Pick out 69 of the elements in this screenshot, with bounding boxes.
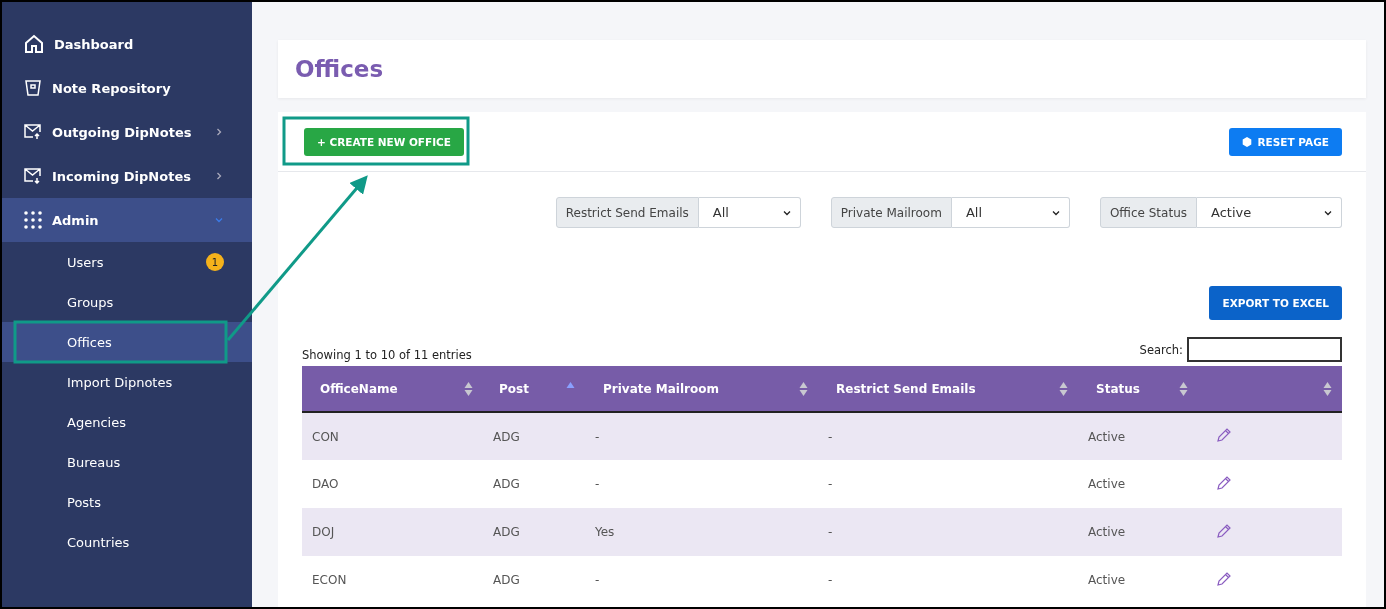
table-cell: CON <box>302 412 483 460</box>
pencil-icon[interactable] <box>1216 474 1232 491</box>
chevron-icon <box>214 215 224 225</box>
page-title: Offices <box>295 56 384 82</box>
column-header[interactable]: Status <box>1078 366 1198 412</box>
filter-select[interactable]: Active <box>1197 197 1342 228</box>
pencil-icon[interactable] <box>1216 427 1232 443</box>
sidebar-subitem[interactable]: Groups <box>2 282 252 322</box>
column-header[interactable]: OfficeName <box>302 366 483 412</box>
table-cell: Active <box>1078 556 1198 604</box>
table-cell: DOJ <box>302 508 483 556</box>
table-cell: Active <box>1078 460 1198 508</box>
search-field[interactable] <box>1187 337 1342 362</box>
sidebar-subitem[interactable]: Posts <box>2 482 252 522</box>
sort-icon[interactable] <box>1059 380 1068 397</box>
chevron-icon <box>214 171 224 181</box>
filter-select[interactable]: All <box>698 197 801 228</box>
chevron-icon <box>214 127 224 137</box>
sort-icon[interactable] <box>464 380 473 397</box>
sidebar-item[interactable]: Dashboard <box>2 22 252 66</box>
sidebar-item[interactable]: Admin <box>2 198 252 242</box>
grid-icon <box>24 211 42 229</box>
table-cell: DAO <box>302 460 483 508</box>
table-cell: - <box>585 460 818 508</box>
table-cell: Active <box>1078 412 1198 460</box>
table-cell: - <box>818 556 1078 604</box>
table-cell: - <box>818 412 1078 460</box>
table-cell: Yes <box>585 508 818 556</box>
sidebar-subitem[interactable]: Users 1 <box>2 242 252 282</box>
table-cell: - <box>818 508 1078 556</box>
table-cell: Active <box>1078 508 1198 556</box>
entries-info: Showing 1 to 10 of 11 entries <box>302 348 472 362</box>
filter-label: Restrict Send Emails <box>555 197 699 228</box>
sort-icon[interactable] <box>1323 380 1332 397</box>
search-label: Search: <box>1139 342 1183 357</box>
sidebar-item[interactable]: Incoming DipNotes <box>2 154 252 198</box>
table-cell: ADG <box>483 508 585 556</box>
filter-select[interactable]: All <box>951 197 1070 228</box>
count-badge: 1 <box>206 253 224 271</box>
table-cell: ADG <box>483 460 585 508</box>
bin-icon <box>24 79 42 97</box>
column-header[interactable]: Restrict Send Emails <box>818 366 1078 412</box>
filter-label: Office Status <box>1099 197 1197 228</box>
sort-icon[interactable] <box>1179 380 1188 397</box>
table-cell: - <box>585 556 818 604</box>
sidebar-item[interactable]: Note Repository <box>2 66 252 110</box>
sidebar-subitem[interactable]: Import Dipnotes <box>2 362 252 402</box>
home-icon <box>24 34 44 54</box>
envelope-icon <box>24 124 42 140</box>
column-header[interactable]: Private Mailroom <box>585 366 818 412</box>
gear-icon <box>1241 136 1252 147</box>
table-cell: ADG <box>483 556 585 604</box>
sidebar-subitem[interactable]: Bureaus <box>2 442 252 482</box>
table-cell: ADG <box>483 412 585 460</box>
envelope-icon <box>24 168 42 184</box>
sidebar-subitem[interactable]: Countries <box>2 522 252 562</box>
sidebar-subitem[interactable]: Agencies <box>2 402 252 442</box>
sidebar-subitem[interactable]: Offices <box>2 322 252 362</box>
reset-page-button[interactable]: RESET PAGE <box>1228 127 1342 156</box>
table-cell: - <box>818 460 1078 508</box>
export-excel-button[interactable]: EXPORT TO EXCEL <box>1209 286 1342 320</box>
sidebar-item[interactable]: Outgoing DipNotes <box>2 110 252 154</box>
sort-icon[interactable] <box>799 380 808 397</box>
column-header[interactable]: Post <box>483 366 585 412</box>
table-cell: - <box>585 412 818 460</box>
table-cell: ECON <box>302 556 483 604</box>
pencil-icon[interactable] <box>1216 522 1232 539</box>
pencil-icon[interactable] <box>1216 570 1232 587</box>
filter-label: Private Mailroom <box>830 197 952 228</box>
